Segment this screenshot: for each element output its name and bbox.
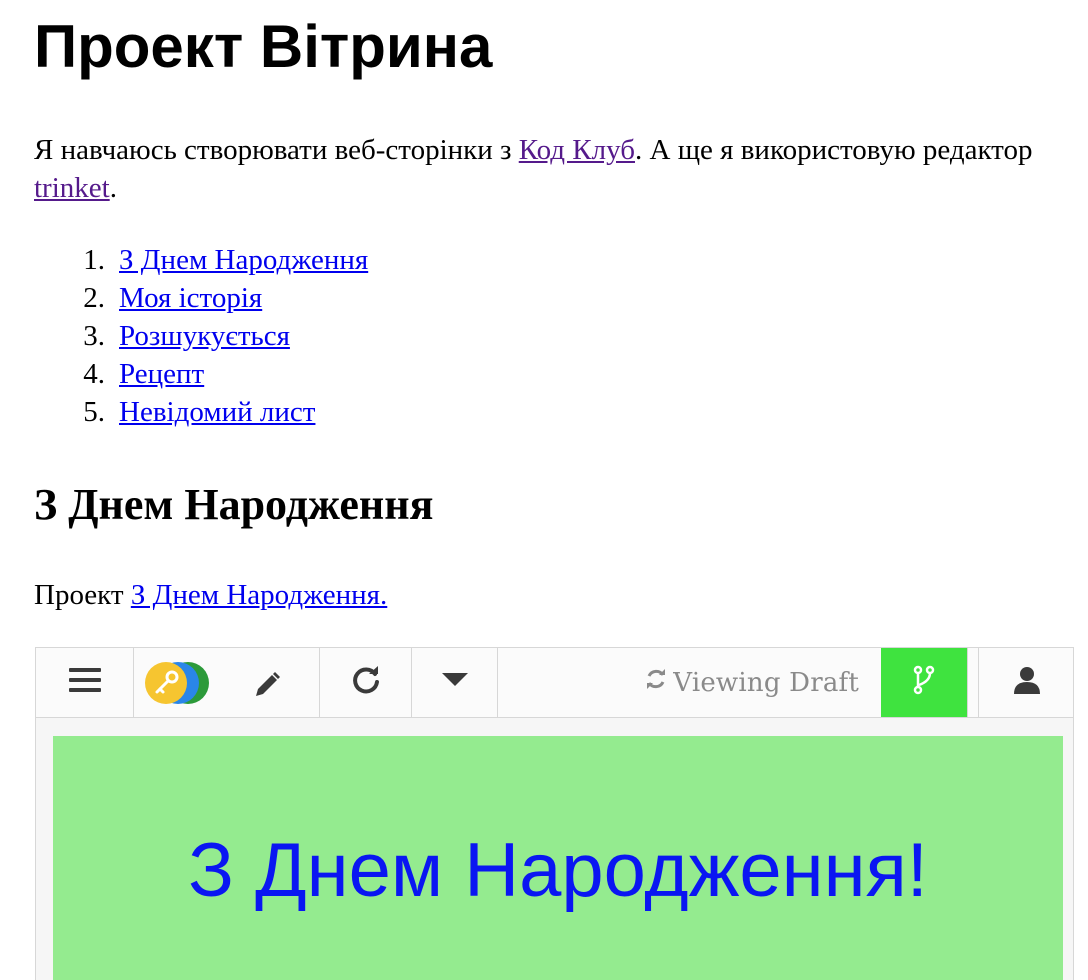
- toc-item: 2. Моя історія: [34, 279, 368, 317]
- toc-link-wanted[interactable]: Розшукується: [119, 317, 290, 355]
- reload-icon: [351, 665, 381, 700]
- toc-number: 3.: [83, 320, 105, 352]
- toc-link-birthday[interactable]: З Днем Народження: [119, 241, 368, 279]
- toc-item: 5. Невідомий лист: [34, 393, 368, 431]
- reload-button[interactable]: [320, 648, 412, 717]
- status-text: Viewing Draft: [673, 667, 859, 698]
- birthday-project-link[interactable]: З Днем Народження.: [131, 579, 387, 611]
- branch-button[interactable]: [881, 648, 968, 717]
- toc-link-unknown-letter[interactable]: Невідомий лист: [119, 393, 315, 431]
- trinket-key-logo-icon[interactable]: [144, 660, 210, 711]
- table-of-contents: 1. З Днем Народження 2. Моя історія 3. Розш…: [34, 241, 368, 431]
- trinket-embed: Viewing Draft З Днем Народження!: [35, 647, 1074, 980]
- intro-paragraph: Я навчаюсь створювати веб-сторінки з Код…: [34, 131, 1079, 207]
- section-heading-birthday: З Днем Народження: [34, 480, 434, 529]
- trinket-output-preview: З Днем Народження!: [53, 736, 1063, 980]
- page-title: Проект Вітрина: [34, 13, 493, 80]
- output-heading: З Днем Народження!: [188, 828, 928, 913]
- section-text-before: Проект: [34, 579, 131, 611]
- pencil-icon[interactable]: [252, 670, 282, 705]
- toc-number: 4.: [83, 358, 105, 390]
- code-branch-icon: [913, 665, 935, 700]
- hamburger-menu-icon: [68, 667, 101, 698]
- toc-item: 3. Розшукується: [34, 317, 368, 355]
- intro-text-before: Я навчаюсь створювати веб-сторінки з: [34, 134, 519, 166]
- toc-item: 4. Рецепт: [34, 355, 368, 393]
- options-dropdown-button[interactable]: [412, 648, 498, 717]
- intro-text-middle: . А ще я використовую редактор: [635, 134, 1033, 166]
- intro-text-after: .: [109, 172, 117, 204]
- toc-number: 1.: [83, 244, 105, 276]
- logo-and-edit-group: [134, 648, 320, 717]
- trinket-toolbar: Viewing Draft: [36, 648, 1073, 718]
- toc-number: 5.: [83, 396, 105, 428]
- user-button[interactable]: [978, 648, 1073, 717]
- section-paragraph: Проект З Днем Народження.: [34, 576, 387, 614]
- refresh-icon: [645, 668, 667, 697]
- code-club-link[interactable]: Код Клуб: [519, 134, 635, 166]
- toc-link-my-story[interactable]: Моя історія: [119, 279, 262, 317]
- trinket-link[interactable]: trinket: [34, 172, 110, 204]
- caret-down-icon: [441, 673, 468, 692]
- toc-link-recipe[interactable]: Рецепт: [119, 355, 204, 393]
- toc-number: 2.: [83, 282, 105, 314]
- toc-item: 1. З Днем Народження: [34, 241, 368, 279]
- menu-button[interactable]: [36, 648, 134, 717]
- user-icon: [1013, 665, 1041, 700]
- draft-status: Viewing Draft: [498, 648, 881, 717]
